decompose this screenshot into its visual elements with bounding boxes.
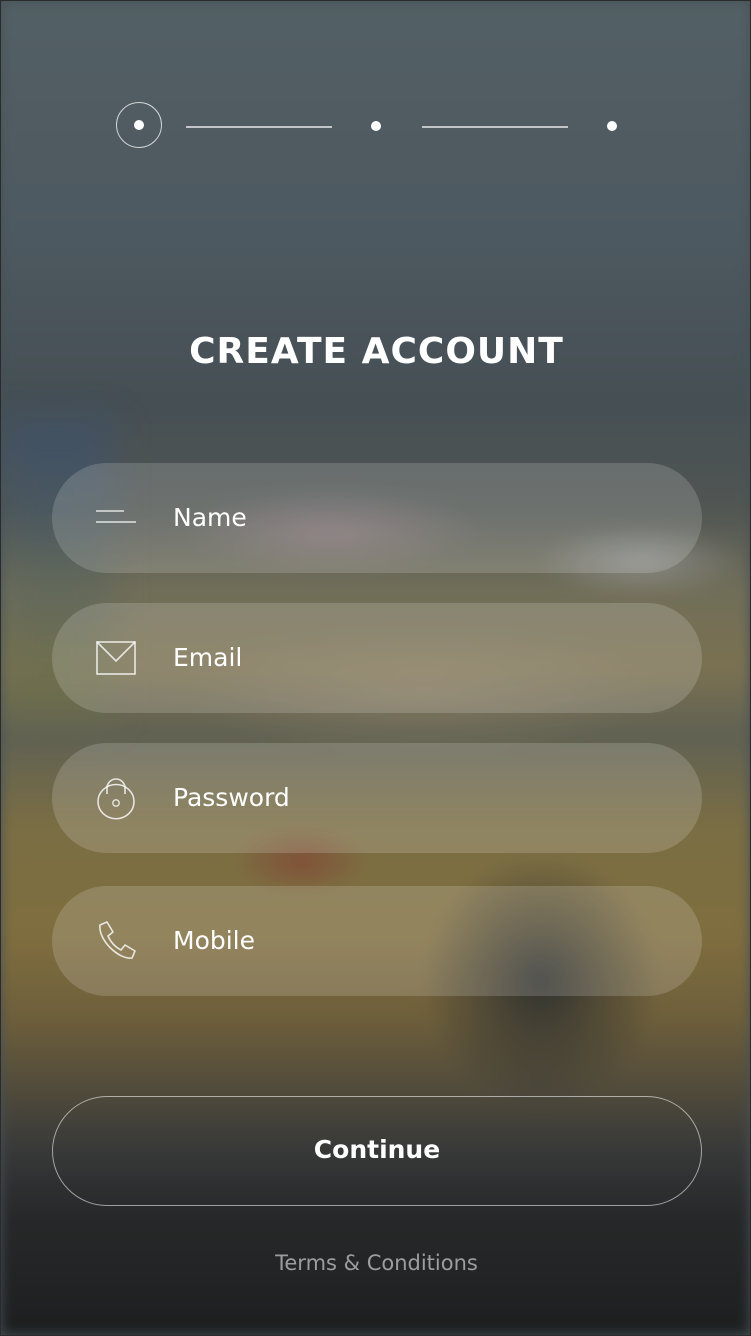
- envelope-icon: [94, 636, 138, 680]
- name-field[interactable]: Name: [52, 463, 702, 573]
- mobile-field[interactable]: Mobile: [52, 886, 702, 996]
- progress-stepper: [116, 102, 636, 152]
- page-title: CREATE ACCOUNT: [189, 331, 564, 372]
- continue-button[interactable]: Continue: [52, 1096, 702, 1206]
- step-connector-1: [186, 126, 332, 128]
- terms-and-conditions-link[interactable]: Terms & Conditions: [1, 1251, 750, 1275]
- step-1-indicator-active: [116, 102, 162, 148]
- name-field-label: Name: [173, 503, 247, 532]
- phone-icon: [94, 919, 138, 963]
- password-field[interactable]: Password: [52, 743, 702, 853]
- step-2-indicator: [371, 121, 381, 131]
- email-field-label: Email: [173, 643, 243, 672]
- step-3-indicator: [607, 121, 617, 131]
- email-field[interactable]: Email: [52, 603, 702, 713]
- step-connector-2: [422, 126, 568, 128]
- password-field-label: Password: [173, 783, 290, 812]
- step-1-dot: [134, 120, 144, 130]
- padlock-icon: [94, 776, 138, 820]
- menu-lines-icon: [94, 496, 138, 540]
- mobile-field-label: Mobile: [173, 926, 256, 955]
- create-account-screen: CREATE ACCOUNT Name Email Password Mobil…: [0, 0, 751, 1336]
